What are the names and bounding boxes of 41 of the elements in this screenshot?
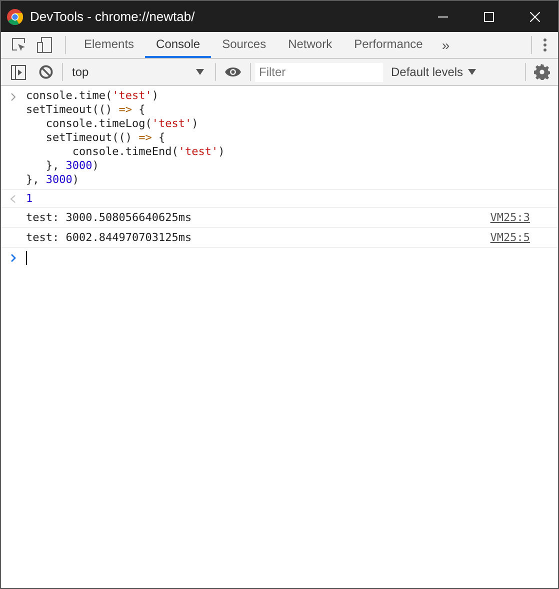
panel-tab[interactable]: Performance: [343, 32, 434, 58]
more-tabs-button[interactable]: »: [438, 34, 454, 56]
panel-tab[interactable]: Elements: [73, 32, 146, 58]
settings-button[interactable]: [534, 64, 550, 80]
result-value: 1: [26, 192, 33, 206]
code-line: console.timeLog('test'): [44, 117, 200, 131]
code-line: setTimeout(() => {: [44, 131, 166, 145]
log-message: test: 3000.508056640625ms: [26, 210, 192, 224]
maximize-icon: [484, 12, 494, 22]
dropdown-caret-icon: [468, 69, 476, 75]
sidebar-icon: [10, 64, 26, 80]
filter-field[interactable]: Filter: [255, 62, 383, 82]
source-link[interactable]: VM25:3: [490, 210, 530, 224]
eye-icon: [224, 66, 242, 78]
source-link[interactable]: VM25:5: [490, 230, 530, 244]
dropdown-caret-icon: [196, 69, 204, 75]
context-select[interactable]: top: [72, 63, 208, 81]
sidebar-toggle-button[interactable]: [10, 64, 26, 80]
close-icon: [530, 12, 540, 22]
code-line: }, 3000): [26, 173, 80, 187]
prompt-chevron-icon: [11, 254, 16, 262]
settings-icon: [534, 64, 550, 80]
log-levels-dropdown[interactable]: Default levels: [391, 63, 476, 81]
live-expression-button[interactable]: [224, 66, 242, 78]
log-message: test: 6002.844970703125ms: [26, 230, 192, 244]
kebab-menu-icon: [543, 38, 547, 52]
browser-logo-icon: [7, 8, 23, 24]
clear-console-button[interactable]: [39, 65, 53, 79]
block-icon: [39, 65, 53, 79]
code-line: console.timeEnd('test'): [71, 145, 225, 159]
device-toolbar-button[interactable]: [37, 36, 53, 54]
more-options-button[interactable]: [542, 36, 548, 54]
code-line: }, 3000): [44, 159, 100, 173]
device-icon: [37, 37, 53, 53]
prompt-chevron-icon: [11, 93, 16, 101]
code-line: console.time('test'): [26, 89, 160, 103]
code-line: setTimeout(() => {: [26, 103, 146, 117]
cursor-select-icon: [11, 37, 27, 53]
panel-tab[interactable]: Sources: [211, 32, 278, 58]
window-title: DevTools - chrome://newtab/: [30, 8, 195, 26]
panel-tab[interactable]: Network: [277, 32, 344, 58]
